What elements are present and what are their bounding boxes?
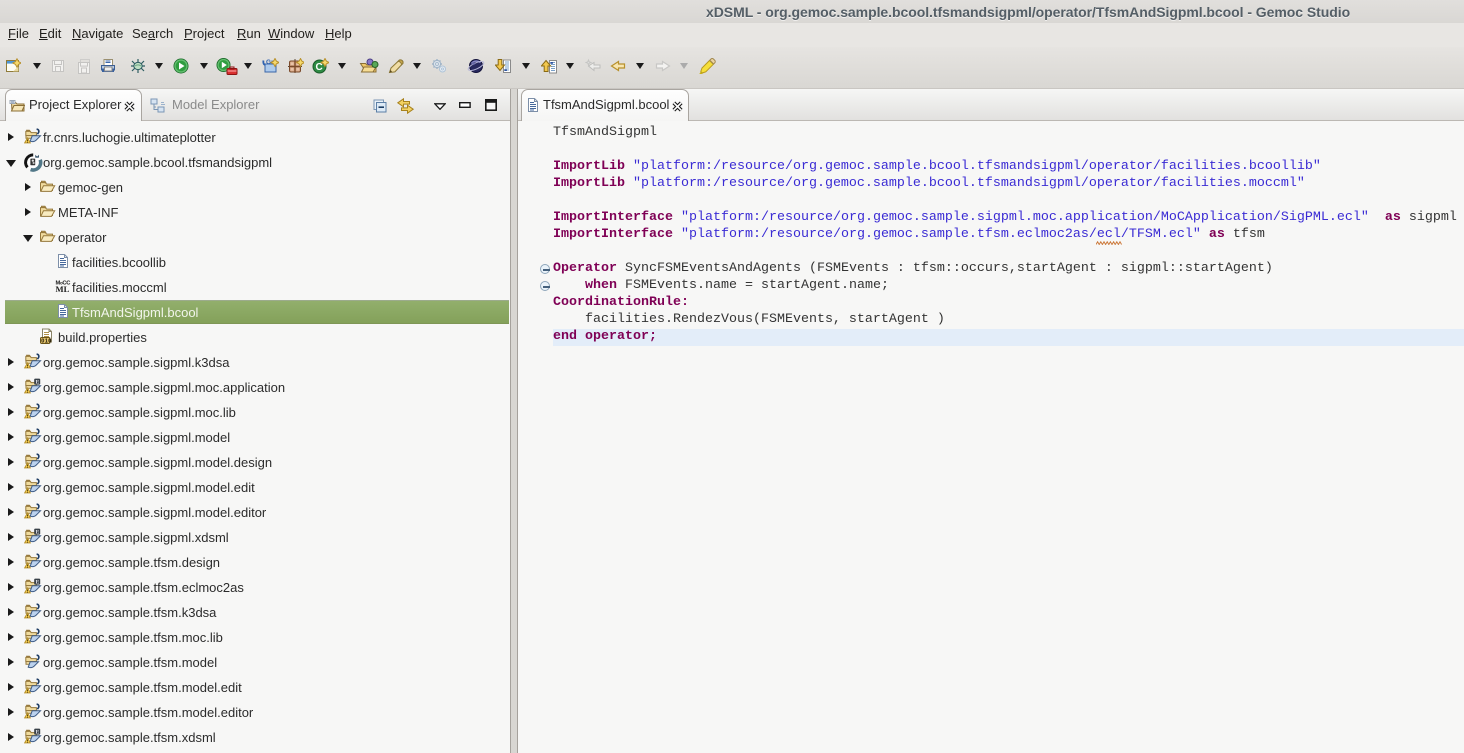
svg-text:ML: ML bbox=[56, 284, 70, 294]
svg-text:010: 010 bbox=[41, 338, 52, 344]
svg-text:E: E bbox=[36, 730, 40, 736]
svg-text:E: E bbox=[36, 580, 40, 586]
svg-text:E: E bbox=[36, 530, 40, 536]
svg-text:E: E bbox=[36, 380, 40, 386]
svg-text:C: C bbox=[316, 62, 323, 73]
